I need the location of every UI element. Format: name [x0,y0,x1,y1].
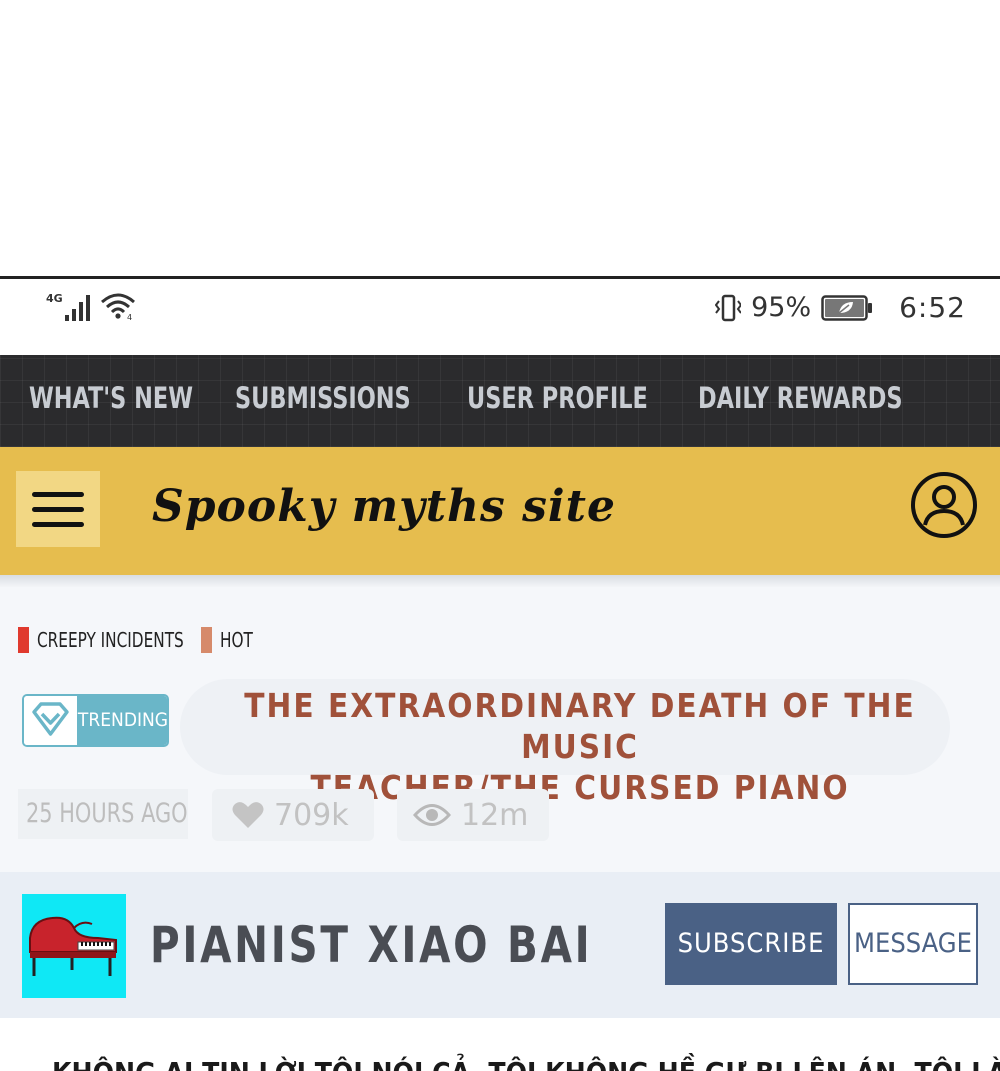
article-title-line: THE EXTRAORDINARY DEATH OF THE MUSIC [244,686,916,766]
author-name[interactable]: PIANIST XIAO BAI [150,916,592,974]
battery-percent: 95% [751,292,812,323]
author-strip: PIANIST XIAO BAI SUBSCRIBE MESSAGE [0,872,1000,1018]
blank-margin [0,0,1000,276]
status-left: 4G 4 [46,291,136,321]
clock: 6:52 [899,291,966,324]
tag-marker [201,627,212,653]
nav-submissions[interactable]: SUBMISSIONS [235,381,411,415]
article-card: CREEPY INCIDENTS HOT TRENDING THE EXTRAO… [0,587,1000,872]
view-count: 12m [461,797,529,833]
like-count: 709k [274,797,349,833]
eye-icon [413,804,451,826]
nav-daily-rewards[interactable]: DAILY REWARDS [698,381,902,415]
site-header: Spooky myths site [0,447,1000,575]
network-type: 4G [46,292,63,305]
status-right: 95% 6:52 [715,291,966,324]
article-body-text: KHÔNG AI TIN LỜI TÔI NÓI CẢ, TÔI KHÔNG H… [52,1056,1000,1071]
nav-user-profile[interactable]: USER PROFILE [467,381,648,415]
tag-label: CREEPY INCIDENTS [37,628,184,652]
vibrate-icon [715,294,742,321]
trending-label: TRENDING [77,696,167,745]
article-body: KHÔNG AI TIN LỜI TÔI NÓI CẢ, TÔI KHÔNG H… [0,1018,1000,1071]
signal-icon [64,293,90,321]
like-button[interactable]: 709k [212,789,374,841]
tag-label: HOT [220,628,253,652]
site-title[interactable]: Spooky myths site [152,481,616,532]
tag-marker [18,627,29,653]
trend-icon-box [24,696,77,745]
view-count-box: 12m [397,789,549,841]
subscribe-button[interactable]: SUBSCRIBE [665,903,837,985]
wifi-icon: 4 [100,293,135,321]
nav-whats-new[interactable]: WHAT'S NEW [29,381,193,415]
posted-time: 25 HOURS AGO [18,789,188,839]
status-bar: 4G 4 95% 6:52 [0,279,1000,355]
user-profile-icon[interactable] [910,471,978,539]
message-button[interactable]: MESSAGE [848,903,978,985]
tag-hot[interactable]: HOT [201,627,259,653]
top-nav: WHAT'S NEW SUBMISSIONS USER PROFILE DAIL… [0,355,1000,447]
trending-badge: TRENDING [22,694,169,747]
svg-text:4: 4 [127,313,132,321]
heart-icon [232,802,264,828]
diamond-heart-icon [32,702,69,736]
grand-piano-icon [29,916,117,976]
posted-time-text: 25 HOURS AGO [26,798,188,829]
battery-saver-icon [821,294,873,321]
tag-creepy-incidents[interactable]: CREEPY INCIDENTS [18,627,210,653]
hamburger-menu-icon[interactable] [16,471,100,547]
header-shadow [0,575,1000,587]
author-avatar[interactable] [22,894,126,998]
